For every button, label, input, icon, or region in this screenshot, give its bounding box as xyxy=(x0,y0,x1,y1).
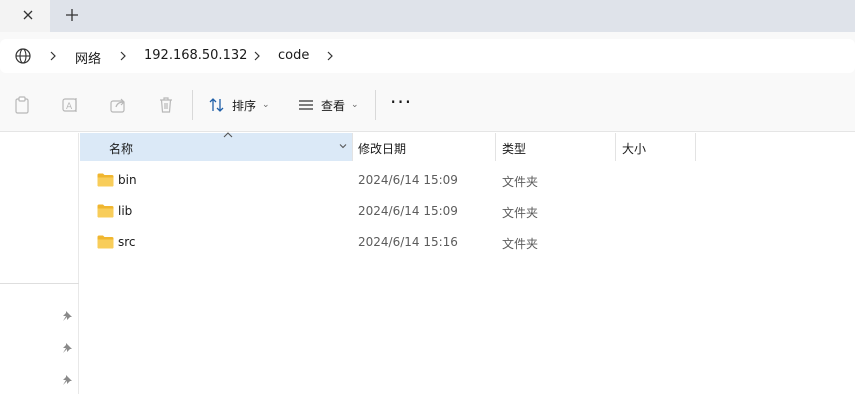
folder-icon xyxy=(97,204,114,218)
file-modified: 2024/6/14 15:09 xyxy=(358,173,458,187)
sort-ascending-icon xyxy=(223,132,233,138)
column-header-type[interactable]: 类型 xyxy=(502,140,526,157)
chevron-down-icon: ⌄ xyxy=(351,100,359,110)
command-bar: A 排序 ⌄ 查看 ⌄ ··· xyxy=(0,78,855,132)
nav-divider xyxy=(0,283,79,284)
file-name: bin xyxy=(118,173,137,187)
chevron-right-icon[interactable] xyxy=(47,49,59,63)
chevron-right-icon[interactable] xyxy=(251,49,263,63)
breadcrumb-code[interactable]: code xyxy=(278,48,309,63)
breadcrumb-network[interactable]: 网络 xyxy=(75,48,101,67)
sort-label: 排序 xyxy=(232,98,257,113)
address-row: 网络 192.168.50.132 code xyxy=(0,32,855,78)
rename-icon[interactable]: A xyxy=(60,95,80,115)
sort-icon xyxy=(209,98,224,112)
file-type: 文件夹 xyxy=(502,175,539,189)
view-button[interactable]: 查看 ⌄ xyxy=(297,92,359,118)
file-name: src xyxy=(118,235,136,249)
sort-button[interactable]: 排序 ⌄ xyxy=(208,92,270,118)
close-icon[interactable] xyxy=(20,7,36,23)
column-separator[interactable] xyxy=(352,133,353,161)
globe-icon xyxy=(15,48,31,64)
column-separator[interactable] xyxy=(695,133,696,161)
more-options-button[interactable]: ··· xyxy=(390,92,412,112)
title-bar xyxy=(0,0,855,32)
navigation-pane xyxy=(0,133,79,394)
chevron-right-icon[interactable] xyxy=(117,49,129,63)
toolbar-divider xyxy=(375,90,376,120)
chevron-down-icon[interactable] xyxy=(338,141,348,151)
column-header-modified[interactable]: 修改日期 xyxy=(358,140,406,157)
column-header: 名称 修改日期 类型 大小 xyxy=(80,132,855,161)
paste-icon[interactable] xyxy=(12,95,32,115)
pin-icon[interactable] xyxy=(61,310,73,322)
pin-icon[interactable] xyxy=(61,342,73,354)
file-name: lib xyxy=(118,204,133,218)
file-row[interactable]: bin 2024/6/14 15:09 文件夹 xyxy=(80,165,855,195)
file-row[interactable]: src 2024/6/14 15:16 文件夹 xyxy=(80,227,855,257)
folder-icon xyxy=(97,235,114,249)
svg-text:A: A xyxy=(66,102,73,112)
column-header-size[interactable]: 大小 xyxy=(622,140,646,157)
chevron-right-icon[interactable] xyxy=(324,49,336,63)
toolbar-divider xyxy=(192,90,193,120)
column-name-label: 名称 xyxy=(109,142,134,156)
delete-icon[interactable] xyxy=(156,95,176,115)
address-bar[interactable]: 网络 192.168.50.132 code xyxy=(0,39,855,73)
column-separator[interactable] xyxy=(495,133,496,161)
file-row[interactable]: lib 2024/6/14 15:09 文件夹 xyxy=(80,196,855,226)
file-type: 文件夹 xyxy=(502,237,539,251)
file-modified: 2024/6/14 15:16 xyxy=(358,235,458,249)
column-header-name[interactable]: 名称 xyxy=(80,132,352,161)
file-type: 文件夹 xyxy=(502,206,539,220)
breadcrumb-host[interactable]: 192.168.50.132 xyxy=(144,48,247,63)
view-icon xyxy=(299,100,313,110)
pin-icon[interactable] xyxy=(61,374,73,386)
chevron-down-icon: ⌄ xyxy=(262,100,270,110)
folder-icon xyxy=(97,173,114,187)
view-label: 查看 xyxy=(321,98,346,113)
active-tab[interactable] xyxy=(0,0,50,32)
share-icon[interactable] xyxy=(108,95,128,115)
file-modified: 2024/6/14 15:09 xyxy=(358,204,458,218)
column-separator[interactable] xyxy=(615,133,616,161)
plus-icon[interactable] xyxy=(63,6,81,24)
